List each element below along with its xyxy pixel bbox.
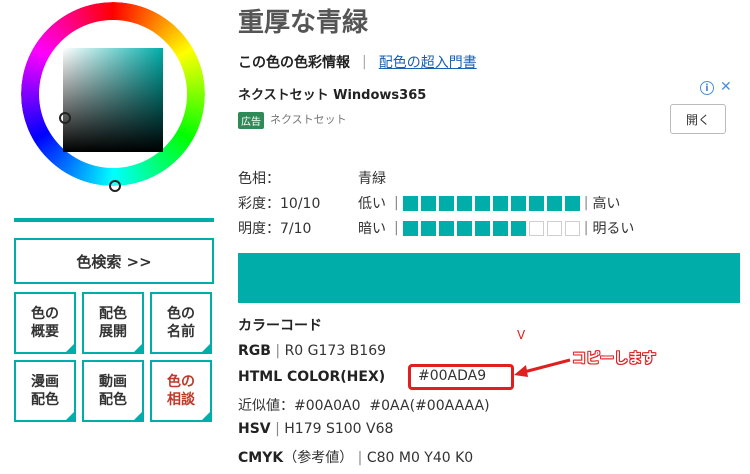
approx-value: #00A0A0 #0AA(#00AAAA) (294, 398, 490, 414)
brightness-cell (420, 220, 436, 236)
tile-label: 動画 配色 (99, 374, 127, 408)
cmyk-line: CMYK（参考値） | C80 M0 Y40 K0 (238, 447, 473, 467)
hue-row: 色相： 青緑 (238, 168, 386, 188)
separator: | (583, 220, 589, 236)
saturation-cell (402, 195, 418, 211)
tile-video-colors[interactable]: 動画 配色 (82, 360, 144, 422)
tile-color-scheme[interactable]: 配色 展開 (82, 292, 144, 354)
sidebar-divider (14, 218, 214, 222)
ad-close-icon[interactable]: ✕ (720, 79, 732, 95)
hue-picker-handle[interactable] (109, 180, 121, 192)
saturation-cell (492, 195, 508, 211)
hsv-label: HSV (238, 421, 271, 437)
hsv-line: HSV | H179 S100 V68 (238, 421, 393, 437)
tile-label: 色の 概要 (31, 306, 59, 340)
cmyk-note: （参考値） (283, 450, 354, 466)
separator: | (394, 220, 399, 236)
brightness-cell (492, 220, 508, 236)
separator: | (353, 450, 367, 466)
tile-label: 色の 名前 (167, 306, 195, 340)
brightness-cell (402, 220, 418, 236)
color-code-heading: カラーコード (238, 318, 322, 334)
hue-value: 青緑 (358, 171, 386, 187)
tile-label: 色の 相談 (167, 374, 195, 408)
hue-label: 色相： (238, 171, 280, 187)
tile-label: 漫画 配色 (31, 374, 59, 408)
separator: | (270, 343, 285, 359)
saturation-cell (420, 195, 436, 211)
brightness-cell (546, 220, 562, 236)
brightness-cell (438, 220, 454, 236)
page-title: 重厚な青緑 (238, 8, 369, 38)
tile-color-overview[interactable]: 色の 概要 (14, 292, 76, 354)
brightness-row: 明度：7/10 暗い | | 明るい (238, 218, 634, 238)
tile-color-name[interactable]: 色の 名前 (150, 292, 212, 354)
hex-value[interactable]: #00ADA9 (418, 368, 486, 384)
saturation-low-label: 低い (358, 196, 386, 212)
rgb-label: RGB (238, 343, 271, 359)
info-bar: この色の色彩情報 | 配色の超入門書 (238, 52, 477, 72)
saturation-cell (474, 195, 490, 211)
brightness-cell (510, 220, 526, 236)
info-separator: | (362, 54, 367, 70)
brightness-high-label: 明るい (592, 221, 635, 237)
saturation-cell (564, 195, 580, 211)
saturation-cell (510, 195, 526, 211)
approx-label: 近似値： (238, 398, 294, 414)
ad-open-button[interactable]: 開く (670, 104, 726, 134)
color-primer-link[interactable]: 配色の超入門書 (379, 52, 477, 72)
color-search-button[interactable]: 色検索 >> (14, 238, 214, 284)
tile-color-consult[interactable]: 色の 相談 (150, 360, 212, 422)
brightness-low-label: 暗い (358, 221, 386, 237)
cursor-marker: V (517, 328, 526, 342)
saturation-scale (402, 195, 580, 211)
rgb-value: R0 G173 B169 (284, 343, 387, 359)
saturation-row: 彩度：10/10 低い | | 高い (238, 193, 620, 213)
rgb-line: RGB | R0 G173 B169 (238, 343, 386, 359)
brightness-cell (474, 220, 490, 236)
separator: | (270, 421, 285, 437)
brightness-label: 明度：7/10 (238, 221, 312, 237)
cmyk-value: C80 M0 Y40 K0 (366, 450, 474, 466)
color-swatch (238, 253, 740, 303)
annotation-arrow (514, 358, 571, 377)
cmyk-label: CMYK (238, 450, 284, 466)
saturation-cell (438, 195, 454, 211)
brightness-cell (456, 220, 472, 236)
html-label: HTML COLOR(HEX) (238, 369, 386, 385)
saturation-high-label: 高い (592, 196, 621, 212)
brightness-cell (564, 220, 580, 236)
tile-manga-colors[interactable]: 漫画 配色 (14, 360, 76, 422)
brightness-scale (402, 220, 580, 236)
separator: | (394, 195, 399, 211)
approx-line: 近似値：#00A0A0 #0AA(#00AAAA) (238, 395, 490, 415)
color-wheel[interactable] (0, 0, 226, 212)
ad-title[interactable]: ネクストセット Windows365 (238, 84, 426, 103)
saturation-cell (546, 195, 562, 211)
brightness-cell (528, 220, 544, 236)
saturation-label: 彩度：10/10 (238, 196, 321, 212)
ad-source: ネクストセット (270, 113, 347, 126)
separator: | (583, 195, 589, 211)
hsv-value: H179 S100 V68 (284, 421, 394, 437)
html-line: HTML COLOR(HEX) (238, 369, 385, 385)
copy-annotation: コピーします (572, 351, 656, 367)
ad-info-icon[interactable]: i (700, 81, 714, 95)
saturation-cell (528, 195, 544, 211)
tile-label: 配色 展開 (99, 306, 127, 340)
ad-badge: 広告 (238, 112, 264, 129)
info-label: この色の色彩情報 (238, 55, 350, 71)
saturation-cell (456, 195, 472, 211)
